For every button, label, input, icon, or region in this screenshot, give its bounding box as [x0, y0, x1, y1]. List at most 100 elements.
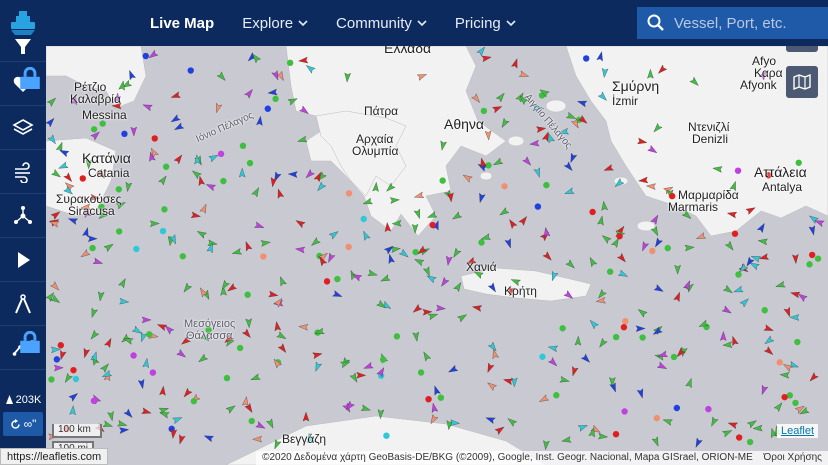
vessel-dot: [72, 375, 80, 383]
vessel-dot: [731, 230, 739, 237]
terms-link[interactable]: Όροι Χρήσης: [764, 452, 822, 463]
vessel-dot: [57, 342, 65, 349]
sidebar-favorites[interactable]: [0, 62, 46, 106]
compass-icon: [15, 293, 31, 313]
lock-icon: [20, 67, 40, 89]
nav-community-label: Community: [336, 14, 412, 32]
vessel-dot: [639, 334, 646, 341]
label-izmir-gr[interactable]: Σμύρνη: [612, 78, 659, 94]
vessel-dot: [559, 325, 566, 332]
vessel-dot: [621, 408, 628, 415]
vessel-dot: [248, 417, 255, 425]
vessel-dot: [668, 192, 676, 200]
vessel-dot: [746, 438, 754, 446]
vessel-dot: [146, 331, 153, 338]
main-nav: Live Map Explore Community Pricing: [150, 0, 544, 46]
search-icon: [647, 14, 664, 31]
vessel-dot: [734, 167, 742, 174]
search-box[interactable]: [637, 7, 828, 39]
map-type-button[interactable]: [786, 66, 818, 98]
map-canvas[interactable]: [46, 46, 828, 465]
map-icon: [793, 73, 811, 91]
nav-live-map[interactable]: Live Map: [150, 15, 214, 32]
vessel-dot: [501, 183, 508, 190]
vessel-dot: [142, 52, 149, 60]
vessel-dot: [345, 243, 352, 251]
vessel-dot: [345, 190, 353, 197]
replay-label: ∞": [23, 417, 37, 431]
live-map[interactable]: Ελλάδα Αθηνα Πάτρα Αρχαία Ολυμπία Ιόνιο …: [46, 46, 828, 465]
vessel-dot: [543, 181, 550, 189]
nav-pricing[interactable]: Pricing: [455, 15, 516, 32]
filter-icon: [15, 38, 31, 54]
vessel-dot: [89, 244, 96, 252]
vessel-dot: [582, 55, 590, 62]
chevron-down-icon: [506, 20, 516, 27]
map-attribution: ©2020 Δεδομένα χάρτη GeoBasis-DE/BKG (©2…: [256, 451, 828, 465]
app-root: Live Map Explore Community Pricing Vesse…: [0, 0, 828, 465]
vessel-dot: [121, 130, 128, 138]
vessel-dot: [115, 228, 123, 235]
nav-explore[interactable]: Explore: [242, 15, 308, 32]
ship-count-icon: [5, 395, 13, 404]
vessel-dot: [246, 159, 254, 167]
label-patra[interactable]: Πάτρα: [364, 104, 398, 118]
vessel-dot: [90, 126, 98, 133]
vessel-dot: [664, 244, 671, 252]
sidebar-playback[interactable]: [0, 238, 46, 282]
vessel-dot: [437, 394, 445, 401]
vessel-dot: [70, 366, 77, 374]
map-control-top[interactable]: [786, 46, 818, 52]
label-chania[interactable]: Χανιά: [466, 260, 497, 274]
replay-toggle-button[interactable]: ∞": [3, 412, 43, 436]
label-antalya-gr[interactable]: Αττάλεια: [754, 164, 807, 180]
search-input[interactable]: [674, 14, 824, 32]
vessel-dot: [653, 414, 661, 422]
sidebar-weather[interactable]: [0, 150, 46, 194]
vessel-dot: [814, 255, 822, 262]
scale-km: 100 km: [52, 424, 102, 438]
refresh-icon: [10, 418, 20, 429]
label-izmir: İzmir: [612, 94, 638, 108]
network-icon: [14, 205, 32, 224]
vessel-counter: 203K: [0, 390, 46, 410]
sidebar-filter[interactable]: [0, 32, 46, 62]
play-icon: [18, 251, 30, 268]
vessel-dot: [162, 163, 170, 170]
sidebar-layers[interactable]: [0, 106, 46, 150]
vessel-dot: [323, 278, 331, 285]
top-navbar: Live Map Explore Community Pricing: [0, 0, 828, 46]
label-med-1: Μεσόγειος: [184, 318, 236, 330]
label-olympia-2: Ολυμπία: [352, 144, 399, 158]
leaflet-link[interactable]: Leaflet: [776, 424, 818, 438]
nav-community[interactable]: Community: [336, 15, 427, 32]
vessel-dot: [429, 221, 436, 229]
label-syracuse-2: Siracusa: [68, 204, 115, 218]
status-bar-url: https://leafletis.com: [0, 448, 109, 465]
vessel-dot: [379, 356, 387, 363]
label-denizli: Denizli: [692, 132, 729, 146]
vessel-dot: [264, 105, 272, 112]
vessel-dot: [761, 307, 768, 314]
vessel-dot: [161, 206, 168, 213]
vessel-dot: [272, 95, 279, 103]
label-katania[interactable]: Κατάνια: [82, 150, 131, 166]
sidebar-measure[interactable]: [0, 282, 46, 326]
vessel-dot: [606, 268, 614, 275]
nav-explore-label: Explore: [242, 14, 294, 32]
vessel-dot: [220, 177, 227, 185]
label-benghazi[interactable]: Βεγγάζη: [282, 432, 326, 446]
vessel-dot: [179, 253, 187, 260]
sidebar-routes[interactable]: [0, 326, 46, 370]
vessel-dot: [159, 227, 167, 235]
vessel-dot: [393, 333, 401, 340]
vessel-dot: [673, 404, 681, 412]
sidebar-network[interactable]: [0, 194, 46, 238]
vessel-dot: [553, 392, 560, 399]
vessel-dot: [776, 359, 783, 366]
label-athens[interactable]: Αθηνα: [444, 116, 484, 132]
vessel-dot: [808, 251, 816, 259]
label-catania: Catania: [88, 166, 130, 180]
vessel-dot: [223, 374, 231, 382]
vessel-dot: [649, 247, 656, 255]
